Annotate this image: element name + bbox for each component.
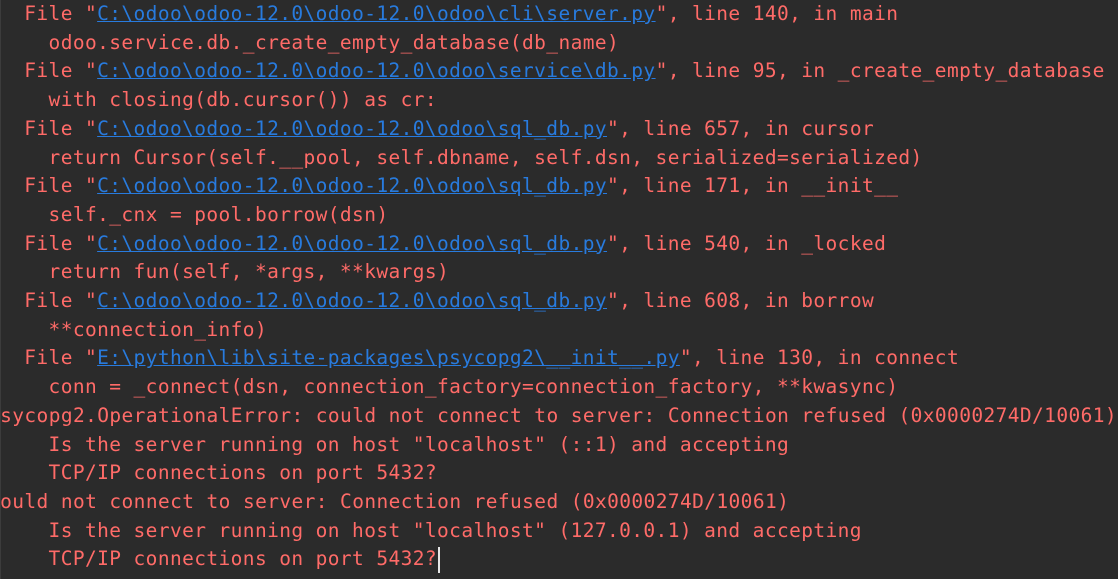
error-message-line: psycopg2.OperationalError: could not con… — [0, 403, 1118, 427]
file-path-link[interactable]: C:\odoo\odoo-12.0\odoo-12.0\odoo\sql_db.… — [97, 174, 607, 197]
file-location: ", line 608, in borrow — [607, 289, 875, 312]
traceback-code-line: return fun(self, *args, **kwargs) — [0, 260, 450, 284]
console-output[interactable]: File "C:\odoo\odoo-12.0\odoo-12.0\odoo\c… — [0, 0, 1118, 579]
file-prefix: File " — [0, 231, 98, 255]
error-message-last-line: TCP/IP connections on port 5432? — [0, 545, 441, 574]
traceback-code-line: self._cnx = pool.borrow(dsn) — [0, 202, 389, 226]
error-message-text: TCP/IP connections on port 5432? — [0, 547, 438, 571]
traceback-file-line: File "C:\odoo\odoo-12.0\odoo-12.0\odoo\s… — [0, 172, 899, 201]
error-message-line: could not connect to server: Connection … — [0, 489, 790, 513]
traceback-file-line: File "C:\odoo\odoo-12.0\odoo-12.0\odoo\s… — [0, 287, 875, 316]
traceback-file-line: File "E:\python\lib\site-packages\psycop… — [0, 344, 960, 373]
file-prefix: File " — [0, 2, 98, 25]
file-location: ", line 171, in __init__ — [607, 174, 899, 198]
file-path-link[interactable]: C:\odoo\odoo-12.0\odoo-12.0\odoo\sql_db.… — [97, 232, 607, 255]
file-prefix: File " — [0, 289, 98, 312]
file-location: ", line 140, in main — [655, 2, 899, 25]
file-path-link[interactable]: C:\odoo\odoo-12.0\odoo-12.0\odoo\sql_db.… — [97, 117, 607, 140]
text-cursor — [438, 546, 441, 573]
error-message-line: Is the server running on host "localhost… — [0, 432, 790, 456]
traceback-code-line: **connection_info) — [0, 317, 268, 341]
traceback-file-line: File "C:\odoo\odoo-12.0\odoo-12.0\odoo\s… — [0, 57, 1105, 86]
traceback-code-line: with closing(db.cursor()) as cr: — [0, 88, 438, 112]
error-message-line: TCP/IP connections on port 5432? — [0, 461, 438, 485]
traceback-file-line: File "C:\odoo\odoo-12.0\odoo-12.0\odoo\s… — [0, 230, 887, 259]
traceback-code-line: return Cursor(self.__pool, self.dbname, … — [0, 145, 923, 169]
error-message-line: Is the server running on host "localhost… — [0, 518, 862, 542]
traceback-code-line: conn = _connect(dsn, connection_factory=… — [0, 375, 899, 399]
file-location: ", line 657, in cursor — [607, 116, 875, 140]
file-path-link[interactable]: C:\odoo\odoo-12.0\odoo-12.0\odoo\sql_db.… — [97, 289, 607, 312]
file-prefix: File " — [0, 59, 98, 83]
traceback-file-line: File "C:\odoo\odoo-12.0\odoo-12.0\odoo\s… — [0, 115, 875, 144]
file-prefix: File " — [0, 174, 98, 198]
file-path-link[interactable]: C:\odoo\odoo-12.0\odoo-12.0\odoo\cli\ser… — [97, 2, 655, 25]
file-prefix: File " — [0, 346, 98, 370]
file-prefix: File " — [0, 116, 98, 140]
file-location: ", line 540, in _locked — [607, 231, 887, 255]
file-location: ", line 130, in connect — [679, 346, 960, 370]
traceback-file-line: File "C:\odoo\odoo-12.0\odoo-12.0\odoo\c… — [0, 0, 899, 29]
traceback-code-line: odoo.service.db._create_empty_database(d… — [0, 30, 620, 54]
file-path-link[interactable]: E:\python\lib\site-packages\psycopg2\__i… — [97, 346, 680, 369]
file-path-link[interactable]: C:\odoo\odoo-12.0\odoo-12.0\odoo\service… — [97, 59, 655, 82]
file-location: ", line 95, in _create_empty_database — [655, 59, 1105, 83]
